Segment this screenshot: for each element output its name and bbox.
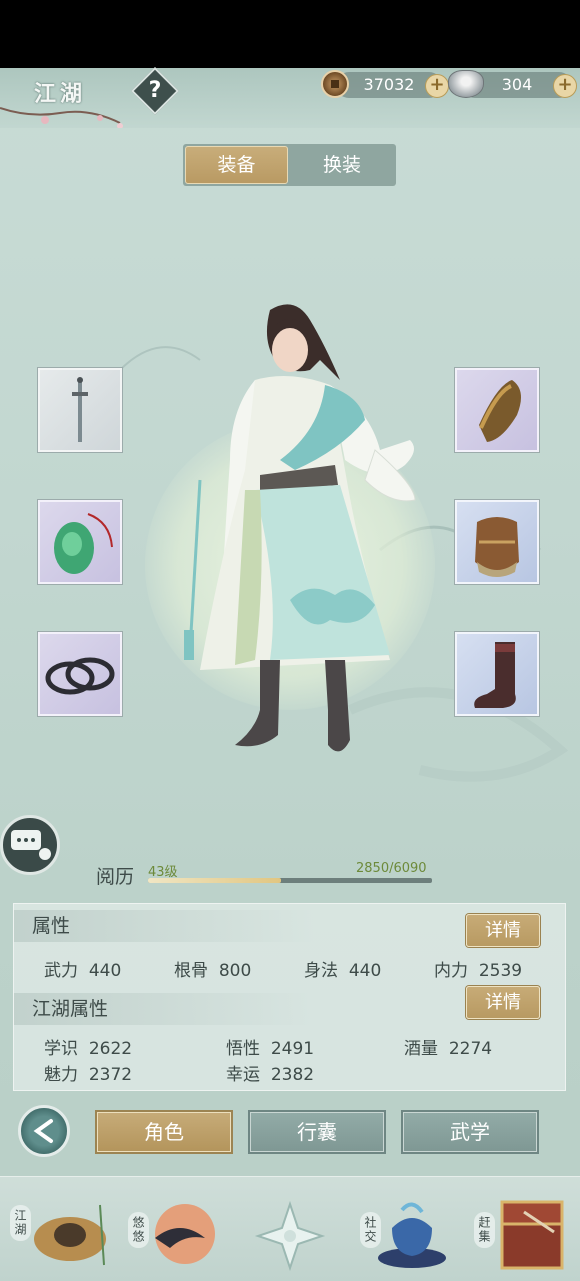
treasure-box-icon[interactable] [494,1192,574,1274]
jianghu-detail-button[interactable]: 详情 [466,986,540,1019]
attribute-item: 身法 440 [304,961,382,981]
tab-martial-arts[interactable]: 武学 [403,1112,537,1152]
pendant-slot[interactable] [38,500,122,584]
back-button[interactable] [18,1105,70,1157]
bracelet-slot[interactable] [38,632,122,716]
experience-label: 阅历 [96,866,135,888]
teacup-icon[interactable] [372,1198,452,1272]
boots-slot[interactable] [455,632,539,716]
jianghu-attribute-item: 魅力 2372 [44,1065,133,1085]
copper-coin-icon [321,70,349,98]
chat-button[interactable] [0,815,60,875]
add-coin-button[interactable]: + [425,74,449,98]
armor-slot[interactable] [455,500,539,584]
back-arrow-icon [33,1119,53,1143]
status-bar [0,0,580,68]
tab-inventory[interactable]: 行囊 [250,1112,384,1152]
silver-value: 304 [501,75,533,94]
chat-bubble-icon [11,830,51,860]
character-portrait[interactable] [160,300,430,770]
attributes-detail-button[interactable]: 详情 [466,914,540,947]
armor-icon [475,517,519,577]
jade-pendant-icon [54,513,113,574]
tab-character[interactable]: 角色 [97,1112,231,1152]
straw-hat-icon[interactable] [30,1195,110,1273]
jianghu-attribute-item: 悟性 2491 [226,1039,315,1059]
silver-ingot-icon [448,70,484,98]
bracelet-icon [45,657,115,695]
page-title: 江湖 [34,81,87,107]
jianghu-attribute-item: 幸运 2382 [226,1065,315,1085]
add-silver-button[interactable]: + [553,74,577,98]
bracer-slot[interactable] [455,368,539,452]
compass-star-icon[interactable] [254,1200,326,1272]
attribute-item: 根骨 800 [174,961,252,981]
attributes-title: 属性 [14,910,314,942]
coin-value: 37032 [363,75,415,94]
experience-bar-fill [148,878,281,883]
jianghu-attribute-item: 学识 2622 [44,1039,133,1059]
tab-outfit[interactable]: 换装 [290,146,394,184]
jianghu-attribute-item: 酒量 2274 [404,1039,493,1059]
bracer-icon [479,380,521,442]
sword-icon [72,377,88,442]
boots-icon [474,642,516,708]
help-icon[interactable]: ? [138,74,172,108]
experience-value: 2850/6090 [356,861,427,876]
weapon-slot[interactable] [38,368,122,452]
tab-equip[interactable]: 装备 [185,146,288,184]
footer-label: 赶集 [474,1212,495,1248]
attribute-item: 内力 2539 [434,961,523,981]
attribute-item: 武力 440 [44,961,122,981]
footer-label: 江湖 [10,1205,31,1241]
swallow-icon[interactable] [145,1198,217,1270]
jianghu-attributes-title: 江湖属性 [14,993,314,1025]
